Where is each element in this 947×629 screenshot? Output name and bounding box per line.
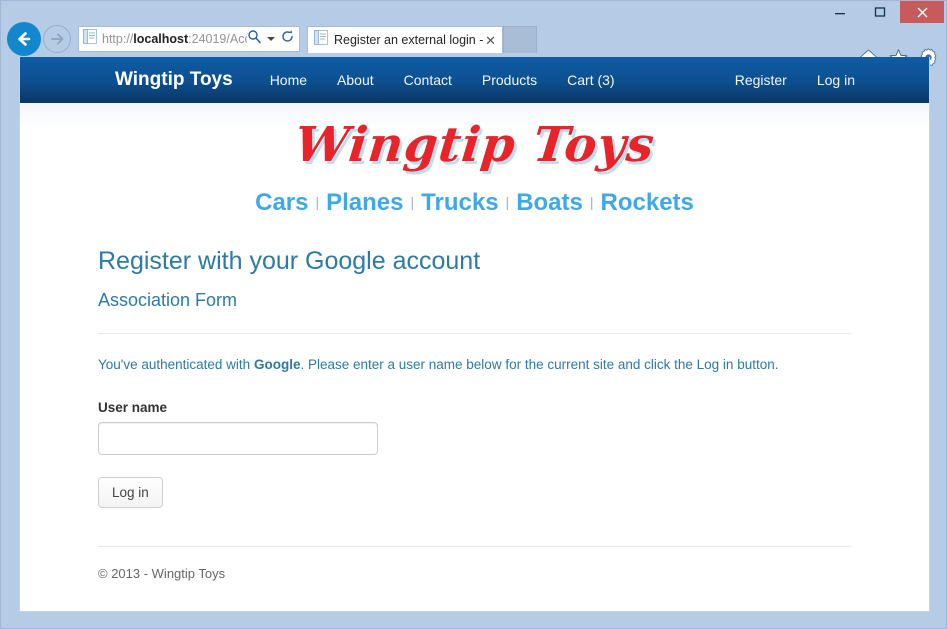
- intro-text: You've authenticated with Google. Please…: [98, 356, 851, 375]
- nav-link-register[interactable]: Register: [720, 72, 802, 88]
- page-title: Register with your Google account: [98, 247, 481, 275]
- maximize-button[interactable]: [860, 1, 900, 23]
- category-separator: |: [505, 194, 510, 210]
- new-tab-button[interactable]: [503, 26, 537, 53]
- window-controls: [820, 1, 944, 23]
- search-icon[interactable]: [247, 29, 262, 49]
- maximize-icon: [874, 7, 886, 17]
- intro-prefix: You've authenticated with: [98, 357, 254, 372]
- close-tab-icon[interactable]: ✕: [483, 34, 498, 47]
- category-link-cars[interactable]: Cars: [253, 189, 310, 216]
- tab-strip: Register an external login - ... ✕: [307, 26, 537, 53]
- navbar-account-links: Register Log in: [720, 72, 870, 88]
- address-host: localhost: [133, 32, 189, 46]
- back-button[interactable]: [7, 22, 41, 56]
- nav-link-cart[interactable]: Cart (3): [552, 72, 629, 88]
- site-navbar: Wingtip Toys Home About Contact Products…: [20, 57, 929, 103]
- nav-link-home[interactable]: Home: [255, 72, 322, 88]
- category-separator: |: [589, 194, 594, 210]
- intro-suffix: . Please enter a user name below for the…: [300, 357, 779, 372]
- close-button[interactable]: [900, 1, 944, 23]
- address-bar[interactable]: http://localhost:24019/Acc: [78, 26, 300, 52]
- nav-link-about[interactable]: About: [322, 72, 389, 88]
- category-separator: |: [315, 194, 320, 210]
- nav-link-contact[interactable]: Contact: [389, 72, 467, 88]
- browser-toolbar: http://localhost:24019/Acc Register an e…: [1, 21, 946, 67]
- browser-tab[interactable]: Register an external login - ... ✕: [307, 26, 503, 53]
- forward-arrow-icon: [51, 33, 64, 45]
- page-favicon-icon: [314, 30, 328, 50]
- category-link-trucks[interactable]: Trucks: [419, 189, 500, 216]
- tab-title: Register an external login - ...: [334, 33, 484, 47]
- site-logo-container: Wingtip Toys: [20, 103, 929, 173]
- category-link-planes[interactable]: Planes: [324, 189, 405, 216]
- navbar-brand[interactable]: Wingtip Toys: [115, 69, 233, 91]
- address-favicon-icon: [83, 29, 97, 49]
- browser-window: http://localhost:24019/Acc Register an e…: [0, 0, 947, 629]
- nav-link-products[interactable]: Products: [467, 72, 552, 88]
- page-viewport: Wingtip Toys Home About Contact Products…: [19, 57, 930, 612]
- category-link-boats[interactable]: Boats: [514, 189, 585, 216]
- category-links: Cars | Planes | Trucks | Boats | Rockets: [20, 189, 929, 217]
- back-arrow-icon: [18, 32, 31, 46]
- content-divider: [98, 333, 851, 334]
- refresh-icon[interactable]: [280, 29, 295, 49]
- login-button[interactable]: Log in: [98, 476, 163, 508]
- address-scheme: http://: [102, 32, 134, 46]
- main-content: Register with your Google account Associ…: [20, 247, 929, 581]
- chevron-down-icon[interactable]: [267, 37, 275, 41]
- username-label: User name: [98, 399, 168, 415]
- page-body: Wingtip Toys Cars | Planes | Trucks | Bo…: [20, 103, 929, 611]
- intro-provider: Google: [253, 357, 301, 372]
- nav-link-login[interactable]: Log in: [802, 72, 870, 88]
- username-form-group: User name: [98, 400, 851, 455]
- navbar-links: Home About Contact Products Cart (3): [255, 72, 630, 88]
- forward-button[interactable]: [43, 25, 71, 53]
- category-separator: |: [410, 194, 415, 210]
- page-subtitle: Association Form: [98, 290, 238, 310]
- category-link-rockets[interactable]: Rockets: [599, 189, 696, 216]
- address-bar-icons: [247, 29, 299, 49]
- title-bar: [1, 1, 946, 23]
- navigation-arrows: [7, 22, 71, 56]
- minimize-icon: [835, 13, 845, 15]
- address-text: http://localhost:24019/Acc: [102, 32, 247, 46]
- footer-divider: [98, 545, 851, 547]
- footer-copyright: © 2013 - Wingtip Toys: [98, 565, 226, 581]
- close-icon: [917, 7, 927, 17]
- username-input[interactable]: [98, 421, 378, 455]
- minimize-button[interactable]: [820, 1, 860, 23]
- address-path: :24019/Acc: [188, 32, 247, 46]
- site-logo[interactable]: Wingtip Toys: [292, 117, 657, 173]
